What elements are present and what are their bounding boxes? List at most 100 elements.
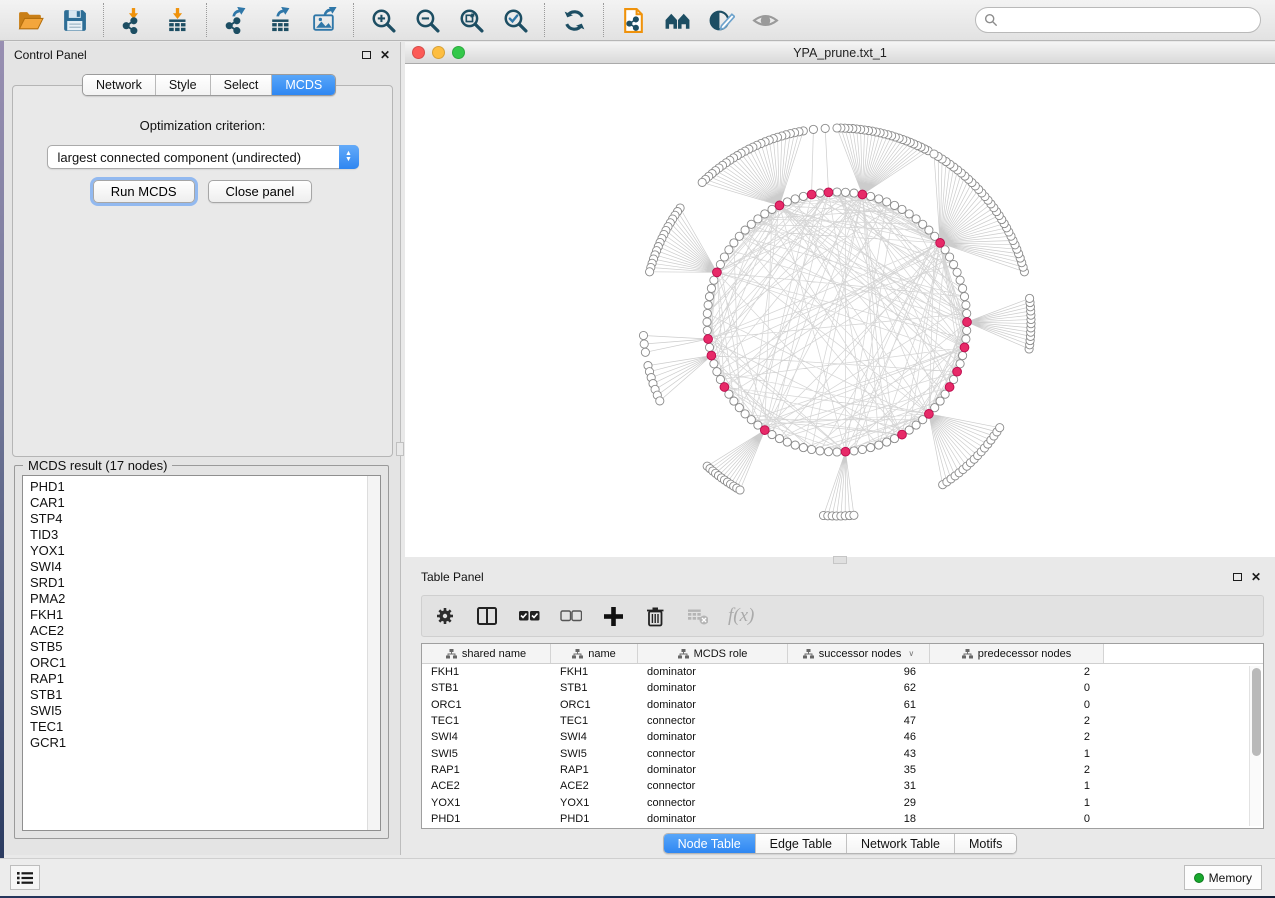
table-cell: 35: [788, 764, 930, 776]
network-node: [959, 284, 967, 292]
task-history-button[interactable]: [10, 865, 40, 890]
node-table[interactable]: shared namenameMCDS rolesuccessor nodes∨…: [421, 643, 1264, 829]
table-row[interactable]: STB1STB1dominator620: [422, 680, 1263, 696]
zoom-fit-icon[interactable]: [456, 5, 486, 35]
float-table-panel-icon[interactable]: [1233, 573, 1242, 581]
column-header-successor-nodes[interactable]: successor nodes∨: [788, 644, 930, 663]
zoom-selected-icon[interactable]: [500, 5, 530, 35]
mcds-node-item[interactable]: GCR1: [30, 735, 380, 751]
tab-motifs[interactable]: Motifs: [955, 834, 1016, 853]
mcds-node-item[interactable]: PMA2: [30, 591, 380, 607]
tab-select[interactable]: Select: [211, 75, 273, 95]
mcds-node-item[interactable]: STP4: [30, 511, 380, 527]
table-cell: YOX1: [551, 797, 638, 809]
mcds-hub-node: [963, 318, 972, 327]
column-header-name[interactable]: name: [551, 644, 638, 663]
import-network-icon[interactable]: [118, 5, 148, 35]
table-cell: 62: [788, 682, 930, 694]
mcds-hub-node: [960, 343, 969, 352]
mcds-node-item[interactable]: STB5: [30, 639, 380, 655]
mcds-result-list[interactable]: PHD1CAR1STP4TID3YOX1SWI4SRD1PMA2FKH1ACE2…: [22, 475, 381, 831]
mcds-node-item[interactable]: ORC1: [30, 655, 380, 671]
zoom-in-icon[interactable]: [368, 5, 398, 35]
table-cell: connector: [638, 715, 788, 727]
import-table-icon[interactable]: [162, 5, 192, 35]
table-row[interactable]: SWI4SWI4dominator462: [422, 729, 1263, 745]
mcds-node-item[interactable]: ACE2: [30, 623, 380, 639]
tab-node-table[interactable]: Node Table: [664, 834, 756, 853]
column-header-shared-name[interactable]: shared name: [422, 644, 551, 663]
mcds-node-item[interactable]: TID3: [30, 527, 380, 543]
tab-network[interactable]: Network: [83, 75, 156, 95]
table-row[interactable]: SWI5SWI5connector431: [422, 745, 1263, 761]
export-image-icon[interactable]: [309, 5, 339, 35]
gear-icon[interactable]: [434, 605, 456, 627]
mcds-hub-node: [953, 367, 962, 376]
mcds-node-item[interactable]: YOX1: [30, 543, 380, 559]
memory-button[interactable]: Memory: [1184, 865, 1262, 890]
network-file-icon[interactable]: [618, 5, 648, 35]
criterion-select[interactable]: largest connected component (undirected)…: [47, 145, 359, 169]
mcds-node-item[interactable]: FKH1: [30, 607, 380, 623]
table-row[interactable]: FKH1FKH1dominator962: [422, 664, 1263, 680]
vertical-splitter-handle[interactable]: [396, 442, 404, 456]
table-cell: dominator: [638, 682, 788, 694]
table-row[interactable]: ACE2ACE2connector311: [422, 778, 1263, 794]
network-canvas[interactable]: [405, 64, 1275, 557]
horizontal-splitter-handle[interactable]: [833, 556, 847, 564]
mcds-node-item[interactable]: RAP1: [30, 671, 380, 687]
mcds-hub-node: [707, 351, 716, 360]
add-icon[interactable]: [602, 605, 624, 627]
delete-icon[interactable]: [644, 605, 666, 627]
save-session-icon[interactable]: [59, 5, 89, 35]
table-tabbar: Node TableEdge TableNetwork TableMotifs: [663, 833, 1018, 854]
table-cell: 2: [930, 731, 1104, 743]
tab-edge-table[interactable]: Edge Table: [756, 834, 847, 853]
mcds-hub-node: [841, 447, 850, 456]
hide-graphics-icon[interactable]: [706, 5, 736, 35]
export-table-icon[interactable]: [265, 5, 295, 35]
close-table-panel-icon[interactable]: ✕: [1251, 571, 1261, 583]
float-panel-icon[interactable]: [362, 51, 371, 59]
mcds-node-item[interactable]: SWI5: [30, 703, 380, 719]
column-header-MCDS-role[interactable]: MCDS role: [638, 644, 788, 663]
select-all-icon[interactable]: [518, 605, 540, 627]
eye-icon[interactable]: [750, 5, 780, 35]
refresh-icon[interactable]: [559, 5, 589, 35]
mcds-list-scrollbar[interactable]: [367, 476, 380, 830]
run-mcds-button[interactable]: Run MCDS: [93, 180, 195, 203]
search-box[interactable]: [975, 7, 1261, 33]
close-panel-icon[interactable]: ✕: [380, 49, 390, 61]
mcds-node-item[interactable]: PHD1: [30, 479, 380, 495]
binoculars-icon[interactable]: [662, 5, 692, 35]
table-scrollbar-thumb[interactable]: [1252, 668, 1261, 756]
table-row[interactable]: TEC1TEC1connector472: [422, 713, 1263, 729]
close-panel-button[interactable]: Close panel: [208, 180, 313, 203]
table-cell: connector: [638, 797, 788, 809]
table-row[interactable]: YOX1YOX1connector291: [422, 794, 1263, 810]
network-node: [963, 326, 971, 334]
column-header-predecessor-nodes[interactable]: predecessor nodes: [930, 644, 1104, 663]
tab-mcds[interactable]: MCDS: [272, 75, 335, 95]
open-session-icon[interactable]: [15, 5, 45, 35]
table-row[interactable]: ORC1ORC1dominator610: [422, 697, 1263, 713]
tab-network-table[interactable]: Network Table: [847, 834, 955, 853]
mcds-node-item[interactable]: SWI4: [30, 559, 380, 575]
zoom-out-icon[interactable]: [412, 5, 442, 35]
table-panel-title: Table Panel: [421, 570, 484, 584]
mcds-node-item[interactable]: TEC1: [30, 719, 380, 735]
mcds-node-item[interactable]: CAR1: [30, 495, 380, 511]
table-row[interactable]: PHD1PHD1dominator180: [422, 811, 1263, 827]
tab-style[interactable]: Style: [156, 75, 211, 95]
control-panel-title: Control Panel: [14, 48, 87, 62]
network-node: [707, 284, 715, 292]
columns-icon[interactable]: [476, 605, 498, 627]
table-row[interactable]: RAP1RAP1dominator352: [422, 762, 1263, 778]
table-cell: PHD1: [551, 813, 638, 825]
export-network-icon[interactable]: [221, 5, 251, 35]
deselect-all-icon[interactable]: [560, 605, 582, 627]
mcds-node-item[interactable]: SRD1: [30, 575, 380, 591]
table-scrollbar[interactable]: [1249, 666, 1261, 826]
search-input[interactable]: [1003, 13, 1260, 27]
mcds-node-item[interactable]: STB1: [30, 687, 380, 703]
